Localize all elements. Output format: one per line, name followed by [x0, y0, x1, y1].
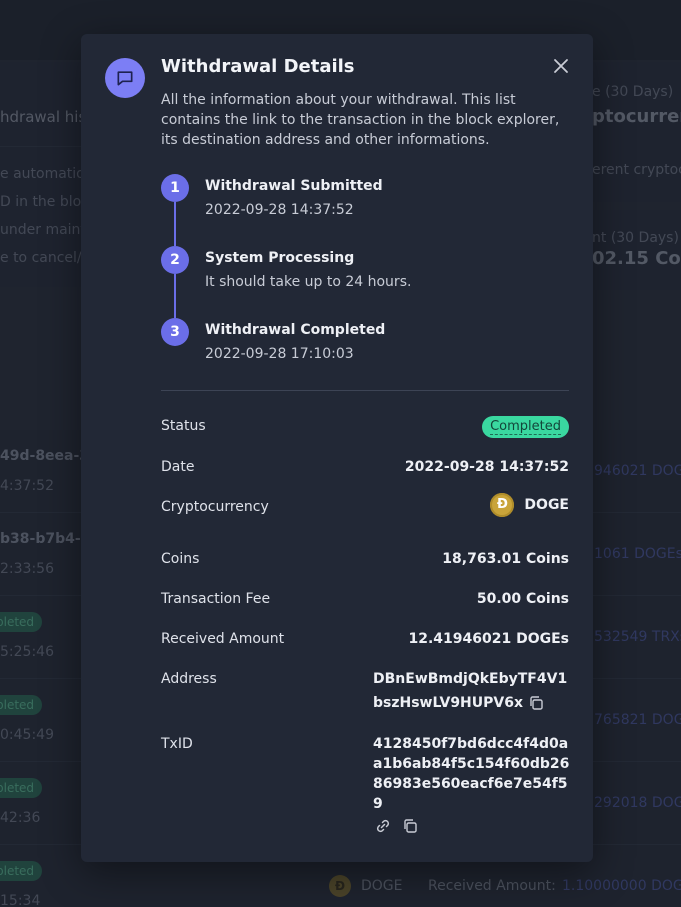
timeline-step: 3 Withdrawal Completed 2022-09-28 17:10:… [161, 318, 571, 368]
timeline-step: 2 System Processing It should take up to… [161, 246, 571, 296]
detail-label: Received Amount [161, 631, 285, 647]
detail-value: 2022-09-28 14:37:52 [404, 459, 569, 475]
close-icon [554, 59, 568, 73]
step-subtitle: It should take up to 24 hours. [205, 274, 412, 290]
step-subtitle: 2022-09-28 17:10:03 [205, 346, 354, 362]
step-title: Withdrawal Completed [205, 322, 386, 338]
crypto-value: Ð DOGE [490, 493, 569, 517]
detail-value: 18,763.01 Coins [442, 551, 569, 567]
section-divider [161, 390, 569, 391]
detail-label: Coins [161, 551, 200, 567]
detail-label: Cryptocurrency [161, 499, 269, 515]
detail-label: Status [161, 418, 206, 434]
txid-value: 4128450f7bd6dcc4f4d0aa1b6ab84f5c154f60db… [373, 736, 570, 812]
link-icon [376, 819, 390, 833]
crypto-name: DOGE [524, 497, 569, 513]
detail-label: Date [161, 459, 195, 475]
step-title: System Processing [205, 250, 355, 266]
step-number: 3 [161, 318, 189, 346]
copy-txid-button[interactable] [402, 818, 418, 834]
status-text: Completed [490, 419, 561, 435]
txid-block: 4128450f7bd6dcc4f4d0aa1b6ab84f5c154f60db… [373, 734, 573, 836]
detail-value: 12.41946021 DOGEs [408, 631, 569, 647]
detail-value: 50.00 Coins [476, 591, 569, 607]
modal-description: All the information about your withdrawa… [161, 92, 560, 148]
timeline-step: 1 Withdrawal Submitted 2022-09-28 14:37:… [161, 174, 571, 224]
detail-label: Transaction Fee [161, 591, 271, 607]
status-badge: Completed [482, 416, 569, 438]
copy-icon [404, 819, 417, 833]
detail-label: TxID [161, 736, 193, 752]
copy-address-button[interactable] [528, 695, 544, 711]
close-button[interactable] [550, 55, 572, 77]
address-block: DBnEwBmdjQkEbyTF4V1bszHswLV9HUPV6x [373, 667, 573, 715]
modal-title: Withdrawal Details [161, 56, 355, 77]
copy-icon [530, 696, 543, 710]
chat-bubble-icon [105, 58, 145, 98]
step-title: Withdrawal Submitted [205, 178, 383, 194]
withdrawal-details-modal: Withdrawal Details All the information a… [81, 34, 593, 862]
step-number: 1 [161, 174, 189, 202]
detail-label: Address [161, 671, 217, 687]
step-number: 2 [161, 246, 189, 274]
doge-coin-icon: Ð [490, 493, 515, 517]
open-explorer-link[interactable] [375, 818, 391, 834]
step-subtitle: 2022-09-28 14:37:52 [205, 202, 354, 218]
